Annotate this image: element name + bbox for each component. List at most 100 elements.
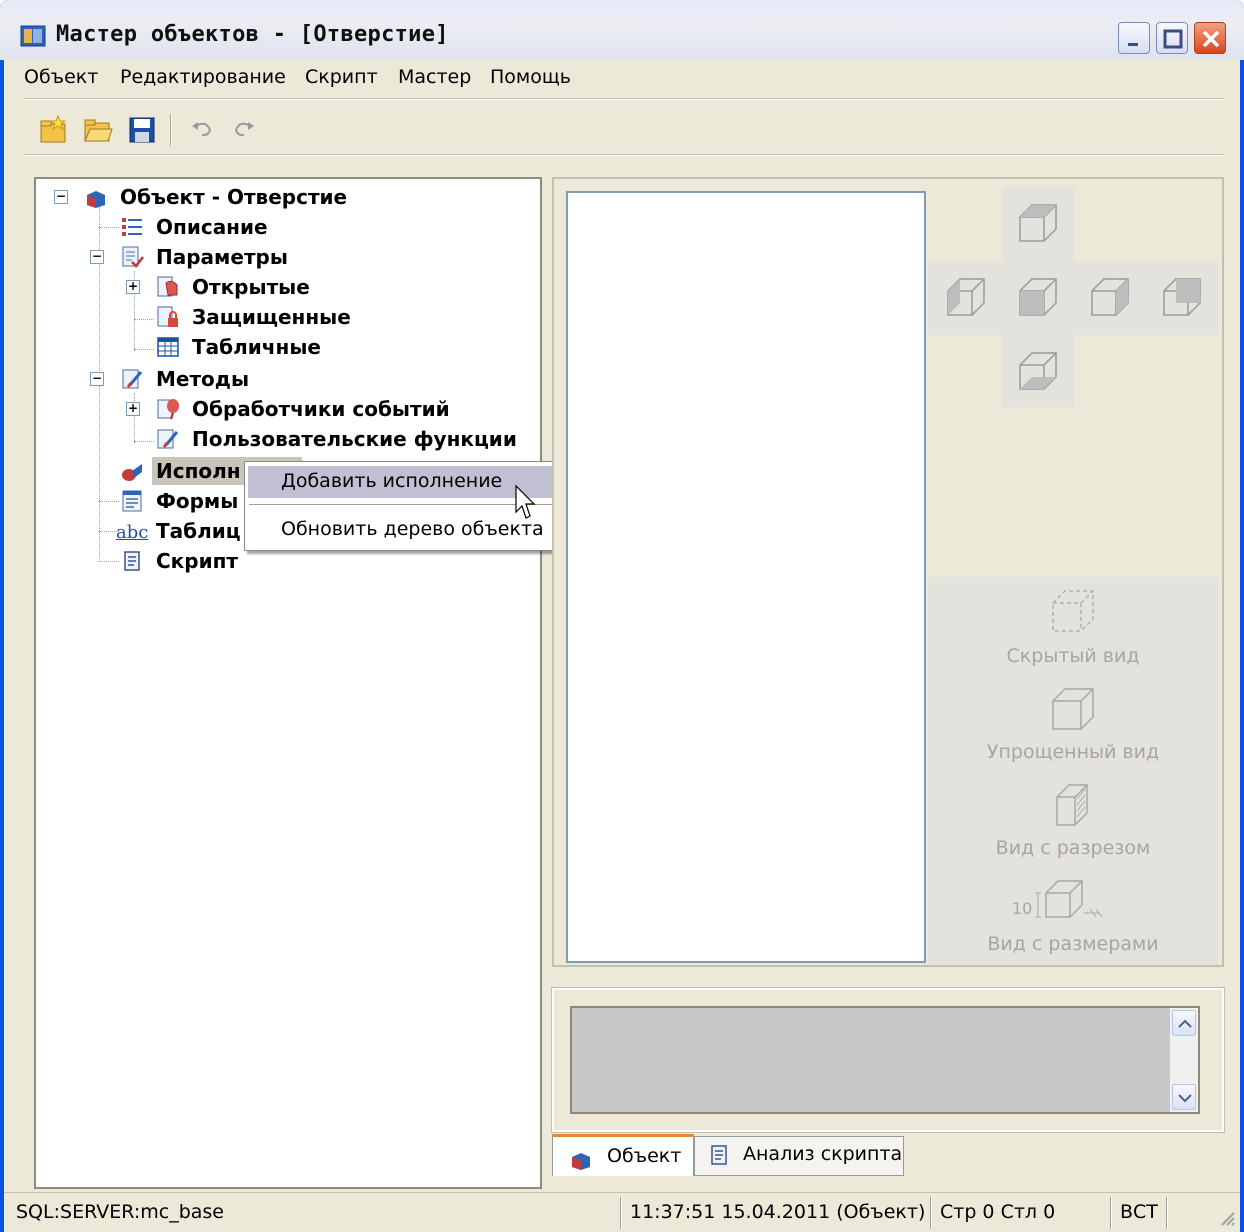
lock-params-icon (157, 306, 178, 327)
status-connection: SQL:SERVER:mc_base (16, 1201, 224, 1223)
status-position: Стр 0 Стл 0 (940, 1201, 1056, 1223)
tree-item-script[interactable]: Скрипт (156, 549, 238, 573)
view-left-icon[interactable] (938, 269, 994, 325)
table-icon (157, 337, 179, 357)
tree-item-parameters[interactable]: Параметры (156, 245, 288, 269)
new-icon[interactable] (38, 114, 70, 146)
tab-script-analysis-label: Анализ скрипта (743, 1143, 903, 1165)
object-icon (572, 1153, 590, 1170)
menu-object[interactable]: Объект (24, 66, 98, 88)
root-expander[interactable]: − (54, 190, 68, 204)
chevron-down-icon (1178, 1094, 1192, 1103)
undo-icon[interactable] (186, 114, 218, 146)
menu-script[interactable]: Скрипт (305, 66, 378, 88)
close-button[interactable] (1194, 22, 1226, 54)
hidden-view-label[interactable]: Скрытый вид (928, 645, 1218, 667)
view-panel: Скрытый вид Упрощенный вид Вид с разрезо… (552, 177, 1224, 967)
tree-line (134, 349, 154, 350)
view-front-icon[interactable] (1010, 269, 1066, 325)
window-title: Мастер объектов - [Отверстие] (56, 22, 449, 47)
toolbar-divider (170, 114, 172, 146)
minimize-button[interactable] (1118, 22, 1150, 54)
status-divider (930, 1197, 932, 1229)
section-view-label[interactable]: Вид с разрезом (928, 837, 1218, 859)
status-mode: ВСТ (1120, 1201, 1158, 1223)
section-view-icon[interactable] (1043, 777, 1103, 833)
tree-item-protected[interactable]: Защищенные (192, 305, 351, 329)
view-back-icon[interactable] (1154, 269, 1210, 325)
tree-item-tabular[interactable]: Табличные (192, 335, 321, 359)
methods-expander[interactable]: − (90, 372, 104, 386)
scroll-down-button[interactable] (1172, 1084, 1196, 1110)
save-icon[interactable] (126, 114, 158, 146)
object-tree[interactable]: − Объект - Отверстие Описание − Параметр… (34, 177, 542, 1189)
tree-item-user-functions[interactable]: Пользовательские функции (192, 427, 517, 451)
maximize-icon (1163, 29, 1183, 49)
toolbar (32, 110, 266, 150)
menu-wizard[interactable]: Мастер (398, 66, 471, 88)
minimize-icon (1128, 43, 1138, 46)
view-bottom-icon[interactable] (1010, 343, 1066, 399)
ctx-refresh-tree[interactable]: Обновить дерево объекта (281, 518, 544, 540)
dimensions-view-label[interactable]: Вид с размерами (928, 933, 1218, 955)
tab-script-analysis[interactable]: Анализ скрипта (694, 1136, 904, 1176)
script-icon (124, 551, 140, 571)
script-icon (711, 1145, 727, 1165)
view-top-icon[interactable] (1010, 195, 1066, 251)
status-divider (620, 1197, 622, 1229)
methods-icon (122, 369, 143, 389)
params-icon (122, 246, 144, 268)
list-icon (122, 218, 142, 236)
tree-line (99, 561, 119, 562)
status-divider (1166, 1197, 1168, 1229)
view-modes-panel: Скрытый вид Упрощенный вид Вид с разрезо… (928, 577, 1218, 965)
tree-item-methods[interactable]: Методы (156, 367, 249, 391)
client-area: Объект Редактирование Скрипт Мастер Помо… (4, 60, 1240, 1232)
dimensions-view-icon[interactable] (1030, 873, 1120, 929)
simplified-view-icon[interactable] (1043, 681, 1103, 737)
open-expander[interactable]: + (126, 280, 140, 294)
tree-item-event-handlers[interactable]: Обработчики событий (192, 397, 450, 421)
tab-object[interactable]: Объект (552, 1134, 694, 1176)
simplified-view-label[interactable]: Упрощенный вид (928, 741, 1218, 763)
handlers-expander[interactable]: + (126, 402, 140, 416)
open-folder-icon[interactable] (82, 114, 114, 146)
maximize-button[interactable] (1156, 22, 1188, 54)
menu-bar: Объект Редактирование Скрипт Мастер Помо… (4, 60, 1240, 96)
redo-icon[interactable] (228, 114, 260, 146)
tree-item-forms[interactable]: Формы (156, 489, 238, 513)
object-icon (87, 191, 105, 208)
menu-edit[interactable]: Редактирование (120, 66, 286, 88)
status-datetime: 11:37:51 15.04.2011 (Объект) (630, 1201, 926, 1223)
view-right-icon[interactable] (1082, 269, 1138, 325)
params-expander[interactable]: − (90, 250, 104, 264)
tree-item-tables[interactable]: Таблиц (156, 519, 241, 543)
preview-area[interactable] (566, 191, 926, 963)
tree-root[interactable]: Объект - Отверстие (120, 185, 347, 209)
menu-help[interactable]: Помощь (490, 66, 571, 88)
resize-grip-icon[interactable] (1214, 1205, 1236, 1227)
close-icon (1202, 30, 1220, 48)
scroll-up-button[interactable] (1172, 1010, 1196, 1036)
vertical-scrollbar[interactable] (1170, 1008, 1198, 1112)
application-window: Мастер объектов - [Отверстие] Объект Ред… (0, 0, 1244, 1232)
messages-panel (551, 987, 1225, 1133)
ctx-add-execution[interactable]: Добавить исполнение (281, 470, 502, 492)
tree-line (99, 227, 119, 228)
hidden-view-icon[interactable] (1043, 583, 1103, 639)
title-bar[interactable]: Мастер объектов - [Отверстие] (0, 0, 1244, 60)
open-params-icon (157, 276, 178, 297)
toolbar-separator (24, 154, 1224, 156)
tree-line (99, 501, 119, 502)
status-divider (1110, 1197, 1112, 1229)
event-handlers-icon (157, 399, 179, 420)
tree-item-description[interactable]: Описание (156, 215, 268, 239)
mouse-cursor-icon (515, 484, 536, 519)
tree-item-open[interactable]: Открытые (192, 275, 310, 299)
app-icon (20, 25, 46, 47)
forms-icon (122, 490, 142, 512)
messages-textarea[interactable] (570, 1006, 1200, 1114)
tree-item-execution[interactable]: Исполн (156, 459, 241, 483)
tree-line (134, 441, 154, 442)
status-bar: SQL:SERVER:mc_base 11:37:51 15.04.2011 (… (4, 1192, 1240, 1232)
